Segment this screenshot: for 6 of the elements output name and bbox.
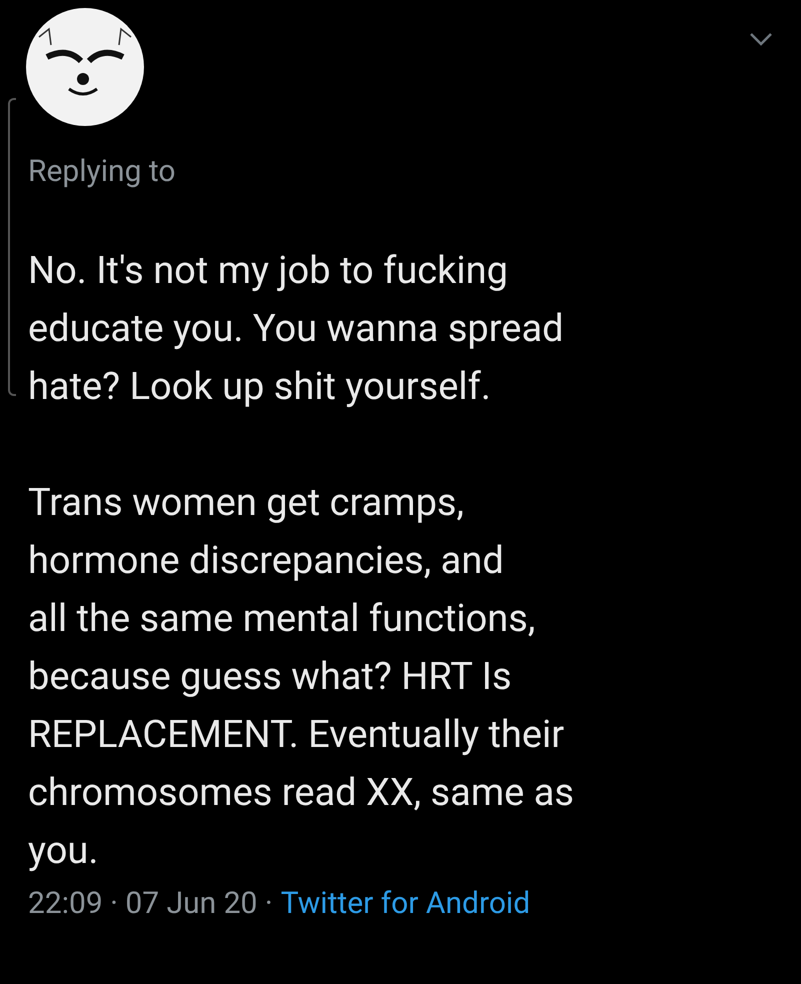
replying-to-label: Replying to	[28, 153, 177, 191]
chevron-down-icon[interactable]	[749, 32, 773, 46]
source-link[interactable]: Twitter for Android	[280, 884, 530, 924]
tweet-text: No. It's not my job to fucking educate you. You wanna spread hate? Look up shit yourself.	[28, 248, 565, 411]
tweet-text: Trans women get cramps, hormone discrepancies, and all the same mental functions, because guess what? HRT Is REPLACEMENT. Eventually their chromosomes read XX, same as you.	[28, 480, 576, 875]
timestamp: 22:09 · 07 Jun 20 ·	[28, 885, 273, 923]
